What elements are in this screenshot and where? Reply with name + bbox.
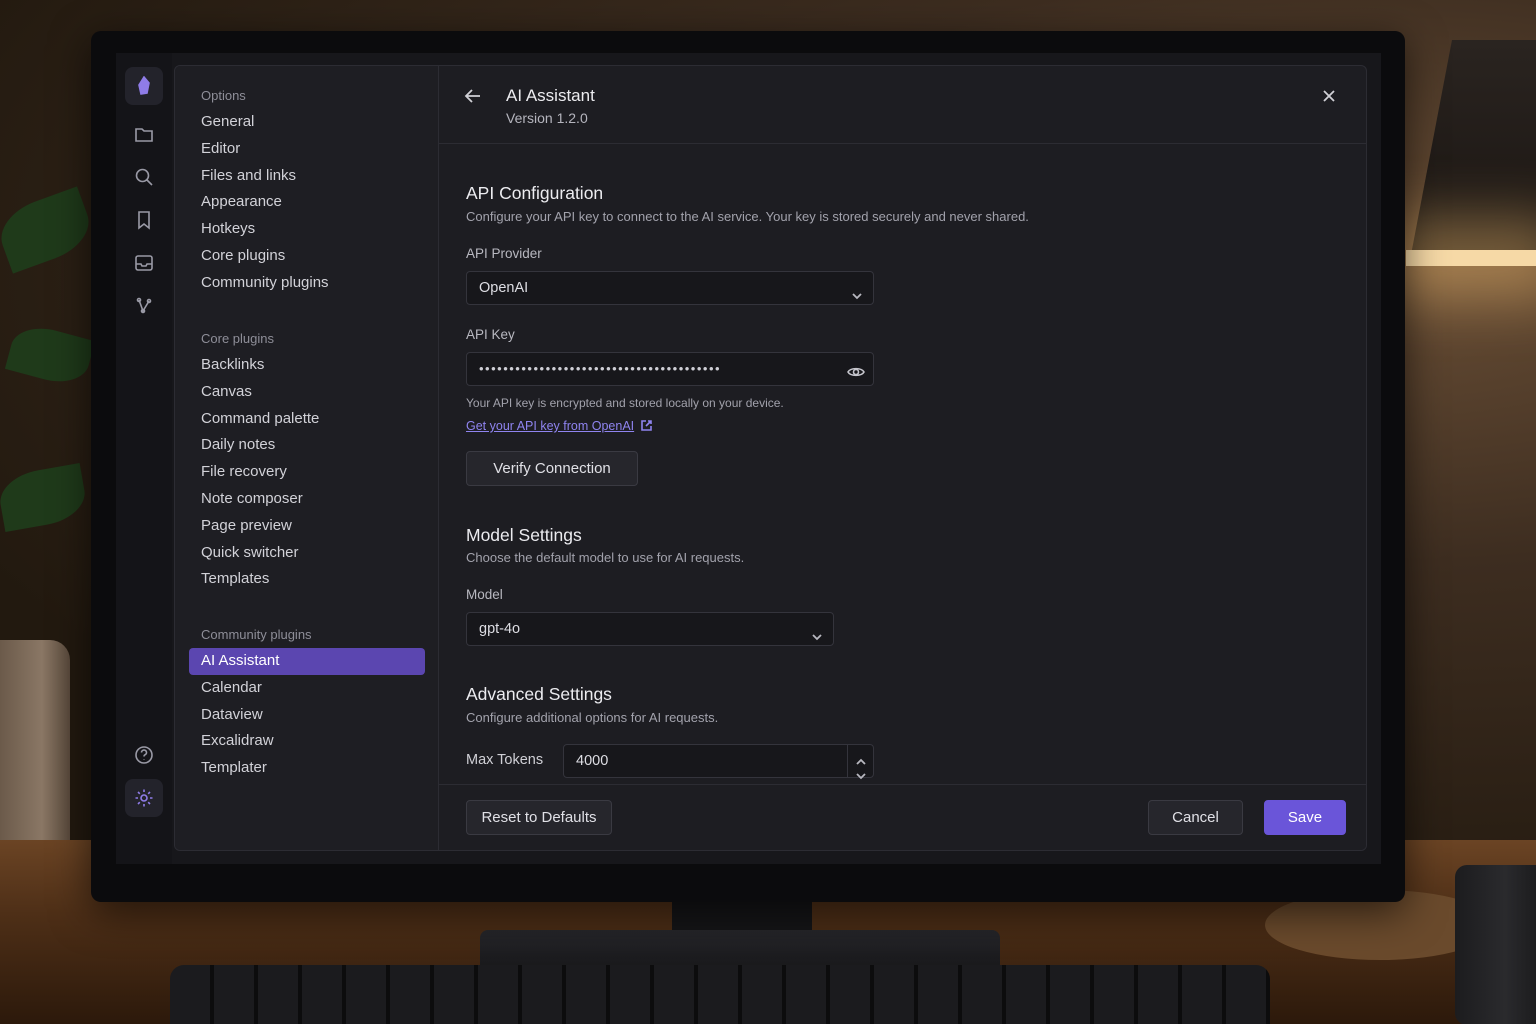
- graph-icon: [136, 297, 152, 314]
- nav-item-command-palette[interactable]: Command palette: [189, 406, 425, 433]
- graph-button[interactable]: [125, 287, 163, 325]
- nav-heading: Community plugins: [201, 627, 312, 642]
- bookmarks-button[interactable]: [125, 201, 163, 239]
- nav-item-hotkeys[interactable]: Hotkeys: [189, 216, 425, 243]
- model-section-description: Choose the default model to use for AI r…: [466, 550, 745, 565]
- settings-button[interactable]: [125, 779, 163, 817]
- api-section-description: Configure your API key to connect to the…: [466, 209, 1029, 224]
- inbox-button[interactable]: [125, 244, 163, 282]
- advanced-section-title: Advanced Settings: [466, 684, 612, 704]
- nav-item-community-plugins[interactable]: Community plugins: [189, 270, 425, 297]
- reset-defaults-button[interactable]: Reset to Defaults: [466, 800, 612, 835]
- logo-icon: [138, 76, 150, 95]
- max-tokens-label: Max Tokens: [466, 752, 544, 768]
- verify-connection-button[interactable]: Verify Connection: [466, 451, 638, 486]
- model-value: gpt-4o: [479, 621, 521, 637]
- api-key-label: API Key: [466, 327, 515, 342]
- nav-item-backlinks[interactable]: Backlinks: [189, 352, 425, 379]
- settings-content: AI Assistant Version 1.2.0 API Configura…: [439, 66, 1366, 850]
- ribbon: [116, 53, 172, 864]
- nav-item-daily-notes[interactable]: Daily notes: [189, 432, 425, 459]
- api-provider-value: OpenAI: [479, 280, 529, 296]
- model-select[interactable]: gpt-4o: [466, 612, 834, 646]
- api-key-help: Your API key is encrypted and stored loc…: [466, 396, 784, 410]
- nav-item-editor[interactable]: Editor: [189, 136, 425, 163]
- max-tokens-input[interactable]: 4000: [563, 744, 874, 780]
- api-key-input[interactable]: ••••••••••••••••••••••••••••••••••••••••: [466, 352, 874, 386]
- nav-item-templater[interactable]: Templater: [189, 755, 425, 782]
- nav-item-appearance[interactable]: Appearance: [189, 189, 425, 216]
- nav-group-core: Core plugins Backlinks Canvas Command pa…: [189, 328, 425, 593]
- nav-heading: Options: [201, 88, 246, 103]
- nav-item-templates[interactable]: Templates: [189, 566, 425, 593]
- nav-item-dataview[interactable]: Dataview: [189, 702, 425, 729]
- nav-item-excalidraw[interactable]: Excalidraw: [189, 728, 425, 755]
- close-button[interactable]: [1319, 86, 1341, 108]
- api-section-title: API Configuration: [466, 183, 604, 203]
- model-label: Model: [466, 587, 503, 602]
- plugin-version: Version 1.2.0: [506, 110, 588, 126]
- nav-item-ai-assistant[interactable]: AI Assistant: [189, 648, 425, 675]
- api-provider-select[interactable]: OpenAI: [466, 271, 874, 305]
- nav-item-canvas[interactable]: Canvas: [189, 379, 425, 406]
- nav-item-file-recovery[interactable]: File recovery: [189, 459, 425, 486]
- mug: [1455, 865, 1536, 1024]
- nav-item-quick-switcher[interactable]: Quick switcher: [189, 540, 425, 567]
- modal-footer: Reset to Defaults Cancel Save: [439, 784, 1366, 850]
- max-tokens-value: 4000: [576, 753, 609, 769]
- settings-nav: Options General Editor Files and links A…: [175, 66, 439, 850]
- screen: Options General Editor Files and links A…: [116, 53, 1381, 864]
- search-icon: [135, 168, 153, 186]
- api-provider-label: API Provider: [466, 246, 542, 261]
- model-section-title: Model Settings: [466, 525, 582, 545]
- folder-icon: [135, 128, 153, 142]
- close-icon: [1323, 90, 1335, 102]
- help-icon: [135, 746, 153, 764]
- lamp-glow: [1406, 250, 1536, 266]
- chevron-down-icon: [811, 623, 823, 641]
- settings-modal: Options General Editor Files and links A…: [174, 65, 1367, 851]
- nav-item-calendar[interactable]: Calendar: [189, 675, 425, 702]
- chevron-down-icon[interactable]: [855, 762, 867, 780]
- nav-item-general[interactable]: General: [189, 109, 425, 136]
- cancel-button[interactable]: Cancel: [1148, 800, 1243, 835]
- keyboard: [170, 965, 1270, 1024]
- nav-group-options: Options General Editor Files and links A…: [189, 85, 425, 297]
- external-link-icon: [640, 419, 653, 432]
- advanced-section-description: Configure additional options for AI requ…: [466, 710, 719, 725]
- eye-icon: [847, 367, 865, 377]
- nav-item-files-and-links[interactable]: Files and links: [189, 163, 425, 190]
- inbox-icon: [135, 255, 153, 271]
- app-logo-button[interactable]: [125, 67, 163, 105]
- help-button[interactable]: [125, 736, 163, 774]
- plugin-title: AI Assistant: [506, 86, 595, 105]
- nav-group-community: Community plugins AI Assistant Calendar …: [189, 624, 425, 782]
- nav-item-core-plugins[interactable]: Core plugins: [189, 243, 425, 270]
- search-button[interactable]: [125, 158, 163, 196]
- nav-item-page-preview[interactable]: Page preview: [189, 513, 425, 540]
- nav-item-note-composer[interactable]: Note composer: [189, 486, 425, 513]
- api-key-value: ••••••••••••••••••••••••••••••••••••••••: [479, 361, 722, 376]
- arrow-left-icon: [464, 89, 480, 103]
- max-tokens-stepper[interactable]: [847, 745, 873, 780]
- back-button[interactable]: [463, 86, 485, 108]
- settings-icon: [135, 789, 153, 807]
- files-button[interactable]: [125, 115, 163, 153]
- chevron-up-icon[interactable]: [855, 748, 867, 765]
- bookmark-icon: [138, 211, 150, 230]
- plugin-header: AI Assistant Version 1.2.0: [439, 66, 1366, 144]
- nav-heading: Core plugins: [201, 331, 274, 346]
- chevron-down-icon: [851, 282, 863, 300]
- save-button[interactable]: Save: [1264, 800, 1346, 835]
- show-key-button[interactable]: [847, 361, 865, 379]
- api-key-link[interactable]: Get your API key from OpenAI: [466, 419, 634, 433]
